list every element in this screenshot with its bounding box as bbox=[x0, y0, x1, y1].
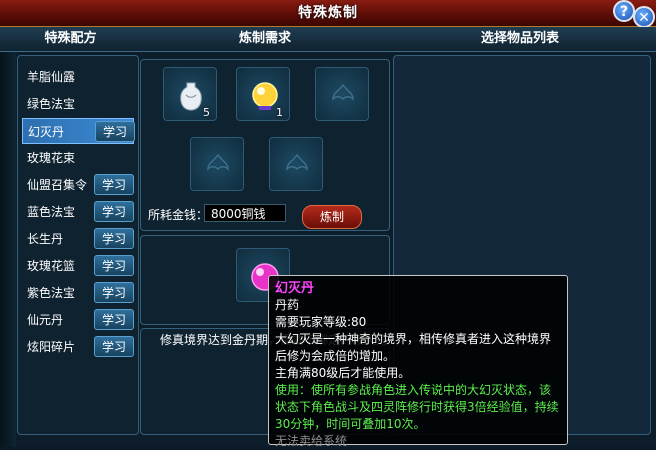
recipe-item[interactable]: 玫瑰花篮 学习 bbox=[22, 253, 134, 279]
material-slot-3[interactable] bbox=[315, 67, 369, 121]
close-button[interactable]: ✕ bbox=[633, 6, 655, 28]
recipe-label: 玫瑰花束 bbox=[27, 151, 76, 165]
learn-button[interactable]: 学习 bbox=[94, 255, 134, 276]
cost-label: 所耗金钱： bbox=[148, 208, 209, 222]
recipe-label: 羊脂仙露 bbox=[27, 70, 76, 84]
recipes-header: 特殊配方 bbox=[44, 31, 97, 46]
learn-button[interactable]: 学习 bbox=[94, 228, 134, 249]
question-icon: ? bbox=[619, 4, 629, 20]
tooltip-item-type: 丹药 bbox=[275, 298, 300, 312]
recipe-label: 仙盟召集令 bbox=[27, 178, 88, 192]
recipe-item[interactable]: 仙元丹 学习 bbox=[22, 307, 134, 333]
recipe-label: 炫阳碎片 bbox=[27, 340, 76, 354]
material-slot-2[interactable]: 1 bbox=[236, 67, 290, 121]
learn-button[interactable]: 学习 bbox=[94, 174, 134, 195]
empty-slot-icon bbox=[286, 153, 308, 171]
recipe-label: 绿色法宝 bbox=[27, 97, 76, 111]
recipe-item[interactable]: 蓝色法宝 学习 bbox=[22, 199, 134, 225]
white-vase-icon bbox=[180, 82, 202, 111]
window-left-border bbox=[0, 50, 16, 447]
learn-button[interactable]: 学习 bbox=[94, 309, 134, 330]
recipe-label: 长生丹 bbox=[27, 232, 64, 246]
tooltip-description: 大幻灭是一种神奇的境界，相传修真者进入这种境界后修为会成倍的增加。 bbox=[275, 332, 552, 363]
craft-button[interactable]: 炼制 bbox=[302, 205, 362, 229]
material-slot-5[interactable] bbox=[269, 137, 323, 191]
recipe-item[interactable]: 玫瑰花束 bbox=[22, 145, 134, 171]
tooltip-level-req: 需要玩家等级:80 bbox=[275, 315, 367, 329]
material-count: 1 bbox=[276, 106, 283, 119]
item-tooltip: 幻灭丹 丹药 需要玩家等级:80 大幻灭是一种神奇的境界，相传修真者进入这种境界… bbox=[268, 275, 568, 448]
recipe-label: 蓝色法宝 bbox=[27, 205, 76, 219]
help-button[interactable]: ? bbox=[613, 0, 635, 22]
empty-slot-icon bbox=[332, 83, 354, 101]
tooltip-use-effect: 使用：使所有参战角色进入传说中的大幻灭状态，该状态下角色战斗及四灵阵修行时获得3… bbox=[275, 383, 559, 431]
select-list-header: 选择物品列表 bbox=[480, 31, 559, 46]
tooltip-footer: 无法卖给系统 bbox=[275, 434, 348, 448]
material-count: 5 bbox=[203, 106, 210, 119]
recipe-label: 紫色法宝 bbox=[27, 286, 76, 300]
recipe-label: 仙元丹 bbox=[27, 313, 64, 327]
recipe-item[interactable]: 炫阳碎片 学习 bbox=[22, 334, 134, 360]
empty-slot-icon bbox=[207, 153, 229, 171]
close-icon: ✕ bbox=[638, 10, 650, 26]
recipe-label: 玫瑰花篮 bbox=[27, 259, 76, 273]
recipe-item[interactable]: 绿色法宝 bbox=[22, 91, 134, 117]
material-slot-1[interactable]: 5 bbox=[163, 67, 217, 121]
recipe-item[interactable]: 长生丹 学习 bbox=[22, 226, 134, 252]
recipe-item[interactable]: 仙盟召集令 学习 bbox=[22, 172, 134, 198]
window-title: 特殊炼制 bbox=[298, 5, 358, 21]
tooltip-usage-req: 主角满80级后才能使用。 bbox=[275, 366, 411, 380]
learn-button[interactable]: 学习 bbox=[94, 201, 134, 222]
cost-value: 8000铜钱 bbox=[204, 204, 286, 222]
material-slot-4[interactable] bbox=[190, 137, 244, 191]
learn-button[interactable]: 学习 bbox=[95, 121, 135, 142]
learn-button[interactable]: 学习 bbox=[94, 336, 134, 357]
requirements-header: 炼制需求 bbox=[238, 31, 291, 46]
recipe-item[interactable]: 羊脂仙露 bbox=[22, 64, 134, 90]
tooltip-item-name: 幻灭丹 bbox=[275, 281, 315, 296]
recipe-label: 幻灭丹 bbox=[28, 125, 65, 139]
recipe-item[interactable]: 幻灭丹 学习 bbox=[22, 118, 135, 144]
learn-button[interactable]: 学习 bbox=[94, 282, 134, 303]
recipe-item[interactable]: 紫色法宝 学习 bbox=[22, 280, 134, 306]
